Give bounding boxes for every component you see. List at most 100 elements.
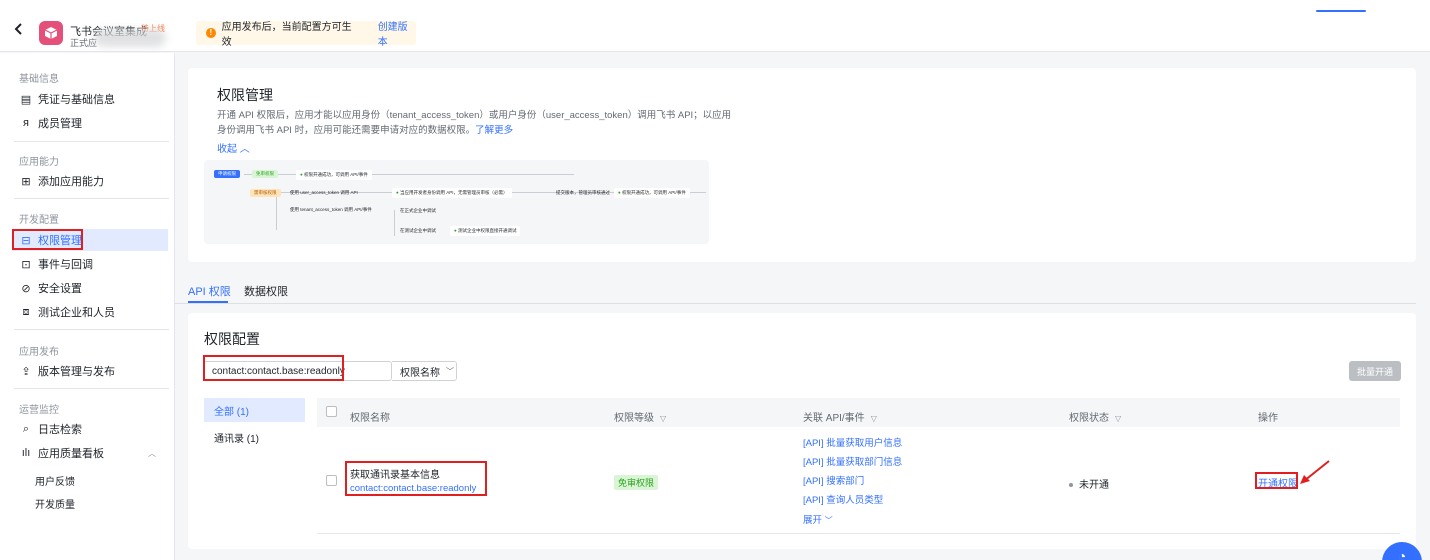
- api-link[interactable]: [API] 批量获取部门信息: [803, 454, 902, 468]
- sidebar-item-label: 添加应用能力: [38, 176, 104, 188]
- notice-text: 应用发布后，当前配置方可生效: [221, 22, 352, 48]
- log-icon: ⌕: [22, 422, 30, 435]
- intro-description: 开通 API 权限后，应用才能以应用身份（tenant_access_token…: [217, 108, 737, 138]
- app-logo: [39, 21, 63, 45]
- filter-icon[interactable]: ▽: [1115, 414, 1121, 423]
- sidebar-item-credentials[interactable]: ▤ 凭证与基础信息: [12, 88, 168, 110]
- sidebar-item-members[interactable]: ᴙ 成员管理: [12, 112, 168, 134]
- sidebar-item-label: 权限管理: [38, 235, 82, 247]
- sidebar-item-logs[interactable]: ⌕ 日志检索: [12, 418, 168, 440]
- redacted-blur: [94, 29, 166, 47]
- expand-apis-toggle[interactable]: 展开 ﹀: [803, 512, 833, 526]
- row-checkbox[interactable]: [326, 475, 337, 486]
- flow-start: 申请权限: [214, 170, 240, 178]
- tab-data-permissions[interactable]: 数据权限: [244, 283, 288, 299]
- sidebar-item-quality[interactable]: ılı 应用质量看板 ︿: [12, 442, 168, 464]
- flow-result: ● 权限开通成功，可调用 API/事件: [614, 188, 690, 198]
- create-version-link[interactable]: 创建版本: [378, 18, 416, 48]
- flow-in-scope: ● 当应用开发者身份调用 API，无需管理员审核（必需）: [392, 188, 512, 198]
- column-header-name: 权限名称: [350, 413, 390, 424]
- config-title: 权限配置: [204, 331, 260, 347]
- permission-flow-diagram: 申请权限 免审权限 ● 权限开通成功，可调用 API/事件 需审核权限 使用 u…: [204, 160, 709, 244]
- api-link[interactable]: [API] 批量获取用户信息: [803, 435, 902, 449]
- category-contacts[interactable]: 通讯录 (1): [204, 425, 305, 449]
- collapse-toggle[interactable]: 收起 ︿: [217, 140, 250, 155]
- sidebar-item-label: 日志检索: [38, 424, 82, 436]
- top-accent-line: [1316, 10, 1366, 12]
- sidebar-item-security[interactable]: ⊘ 安全设置: [12, 277, 168, 299]
- row-divider: [317, 533, 1400, 534]
- flow-connector: [276, 192, 277, 230]
- sidebar-subitem-dev-quality[interactable]: 开发质量: [35, 496, 75, 511]
- filter-label: 权限名称: [400, 367, 440, 379]
- sidebar-divider: [14, 141, 169, 142]
- filter-icon[interactable]: ▽: [660, 414, 666, 423]
- top-bar: 飞书会议室集成 待上线 正式应 ! 应用发布后，当前配置方可生效 创建版本: [0, 0, 1430, 52]
- warning-icon: !: [206, 28, 216, 38]
- sidebar-item-label: 成员管理: [38, 118, 82, 130]
- sidebar-divider: [14, 198, 169, 199]
- publish-notice: ! 应用发布后，当前配置方可生效 创建版本: [196, 18, 416, 48]
- flow-free-result: ● 权限开通成功，可调用 API/事件: [296, 170, 372, 180]
- tab-divider: [175, 303, 1416, 304]
- cube-icon: [44, 27, 58, 39]
- sidebar-item-label: 事件与回调: [38, 259, 93, 271]
- sidebar-item-add-capability[interactable]: ⊞ 添加应用能力: [12, 170, 168, 192]
- sidebar-section-release: 应用发布: [19, 347, 59, 358]
- sidebar-item-events[interactable]: ⊡ 事件与回调: [12, 253, 168, 275]
- upload-icon: ⇪: [21, 365, 31, 378]
- sidebar-item-label: 应用质量看板: [38, 448, 104, 460]
- sidebar-item-test-enterprise[interactable]: ⧈ 测试企业和人员: [12, 301, 168, 323]
- chevron-down-icon: ﹀: [824, 516, 833, 525]
- permission-status: 未开通: [1069, 476, 1109, 491]
- sidebar-subitem-feedback[interactable]: 用户反馈: [35, 473, 75, 488]
- back-button[interactable]: [14, 22, 24, 38]
- tab-api-permissions[interactable]: API 权限: [188, 283, 231, 299]
- api-link[interactable]: [API] 搜索部门: [803, 473, 864, 487]
- sidebar-item-permissions[interactable]: ⊟ 权限管理: [12, 229, 168, 251]
- sidebar-section-basic: 基础信息: [19, 74, 59, 85]
- expand-label: 展开: [803, 515, 823, 526]
- test-icon: ⧈: [22, 305, 30, 318]
- chevron-up-icon: ︿: [148, 448, 156, 458]
- filter-icon[interactable]: ▽: [871, 414, 877, 423]
- event-icon: ⊡: [21, 258, 31, 271]
- sidebar-divider: [14, 329, 169, 330]
- search-field-select[interactable]: 权限名称 ﹀: [392, 361, 457, 381]
- select-all-checkbox[interactable]: [326, 406, 337, 417]
- permission-search-input[interactable]: [203, 361, 392, 381]
- status-dot-icon: [1069, 483, 1073, 488]
- permission-level-badge: 免审权限: [614, 475, 659, 490]
- column-header-level: 权限等级 ▽: [614, 413, 667, 424]
- flow-connector: [244, 174, 574, 175]
- help-icon: ◔: [1397, 548, 1407, 560]
- batch-enable-button[interactable]: 批量开通: [1349, 361, 1401, 381]
- api-link[interactable]: [API] 查询人员类型: [803, 492, 883, 506]
- chevron-up-icon: ︿: [239, 144, 250, 155]
- sidebar-section-capability: 应用能力: [19, 157, 59, 168]
- category-all[interactable]: 全部 (1): [204, 398, 305, 422]
- page-title: 权限管理: [217, 87, 273, 103]
- config-panel: [188, 313, 1416, 549]
- chart-icon: ılı: [21, 447, 31, 459]
- member-icon: ᴙ: [23, 117, 29, 129]
- annotation-arrow-icon: [1300, 460, 1330, 484]
- permission-icon: ⊟: [21, 234, 31, 247]
- learn-more-link[interactable]: 了解更多: [475, 125, 513, 136]
- permission-code[interactable]: contact:contact.base:readonly: [350, 483, 476, 494]
- column-header-status: 权限状态 ▽: [1069, 413, 1122, 424]
- permission-name: 获取通讯录基本信息: [350, 470, 440, 481]
- sidebar-item-label: 凭证与基础信息: [38, 94, 115, 106]
- column-header-apis: 关联 API/事件 ▽: [803, 413, 877, 424]
- sidebar-item-label: 安全设置: [38, 283, 82, 295]
- flow-test-enterprise: 在测试企业中调试: [400, 228, 436, 233]
- collapse-label: 收起: [217, 144, 237, 155]
- flow-publish: 提交版本，管理员审核通过: [556, 190, 610, 195]
- flow-connector: [394, 210, 395, 236]
- sidebar-item-label: 版本管理与发布: [38, 366, 115, 378]
- column-header-action: 操作: [1258, 413, 1278, 424]
- sidebar-section-dev: 开发配置: [19, 215, 59, 226]
- sidebar-item-versions[interactable]: ⇪ 版本管理与发布: [12, 360, 168, 382]
- flow-test-result: ● 测试企业中权限直接开通调试: [450, 226, 521, 236]
- enable-permission-link[interactable]: 开通权限: [1258, 475, 1298, 490]
